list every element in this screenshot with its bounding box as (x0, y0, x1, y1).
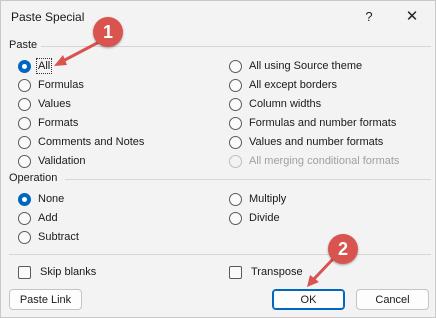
operation-option-multiply-label: Multiply (249, 193, 287, 205)
paste-option-formulas-and-number-formats-label: Formulas and number formats (249, 117, 397, 129)
radio-all-except-borders[interactable] (229, 78, 242, 92)
skip-blanks-box[interactable] (18, 265, 31, 279)
radio-subtract[interactable] (18, 230, 31, 244)
step-1-number: 1 (102, 21, 113, 42)
paste-option-values-and-number-formats[interactable]: Values and number formats (229, 134, 383, 150)
paste-section-label: Paste (9, 39, 38, 51)
paste-option-all-using-source-theme-label: All using Source theme (249, 60, 363, 72)
radio-values-and-number-formats[interactable] (229, 135, 242, 149)
radio-none[interactable] (18, 192, 31, 206)
radio-add[interactable] (18, 211, 31, 225)
operation-option-add-label: Add (38, 212, 58, 224)
operation-option-add[interactable]: Add (18, 210, 58, 226)
close-button[interactable]: ✕ (398, 5, 426, 27)
step-2-badge: 2 (328, 234, 358, 264)
operation-option-divide-label: Divide (249, 212, 280, 224)
close-icon: ✕ (405, 8, 419, 25)
paste-option-all-using-source-theme[interactable]: All using Source theme (229, 58, 362, 74)
operation-divider (65, 179, 431, 180)
arrow-1-head (54, 55, 67, 66)
operation-option-multiply[interactable]: Multiply (229, 191, 286, 207)
paste-option-all-merging-conditional-formats: All merging conditional formats (229, 153, 399, 169)
paste-option-values-and-number-formats-label: Values and number formats (249, 136, 384, 148)
paste-option-validation[interactable]: Validation (18, 153, 86, 169)
paste-option-all[interactable]: All (18, 58, 53, 74)
paste-option-comments-and-notes[interactable]: Comments and Notes (18, 134, 144, 150)
step-2-number: 2 (337, 238, 348, 259)
operation-option-subtract-label: Subtract (38, 231, 79, 243)
arrow-2-head (307, 275, 319, 287)
radio-divide[interactable] (229, 211, 242, 225)
radio-formats[interactable] (18, 116, 31, 130)
paste-option-column-widths-label: Column widths (249, 98, 322, 110)
ok-button[interactable]: OK (272, 289, 345, 310)
paste-option-all-except-borders[interactable]: All except borders (229, 77, 337, 93)
transpose-label: Transpose (251, 266, 303, 278)
dialog-title: Paste Special (11, 10, 85, 24)
help-button[interactable]: ? (355, 5, 383, 27)
paste-option-formats[interactable]: Formats (18, 115, 78, 131)
paste-option-all-merging-conditional-formats-label: All merging conditional formats (249, 155, 400, 167)
operation-option-subtract[interactable]: Subtract (18, 229, 79, 245)
operation-section-label: Operation (9, 172, 58, 184)
radio-validation[interactable] (18, 154, 31, 168)
transpose-checkbox[interactable]: Transpose (229, 264, 303, 280)
skip-blanks-checkbox[interactable]: Skip blanks (18, 264, 96, 280)
paste-option-formulas-and-number-formats[interactable]: Formulas and number formats (229, 115, 396, 131)
paste-option-values-label: Values (38, 98, 71, 110)
paste-option-column-widths[interactable]: Column widths (229, 96, 321, 112)
paste-option-all-label: All (35, 58, 53, 74)
checkbox-divider (9, 254, 431, 255)
radio-all-merging-conditional-formats (229, 154, 242, 168)
help-icon: ? (365, 8, 373, 24)
paste-option-formats-label: Formats (38, 117, 79, 129)
step-1-badge: 1 (93, 17, 123, 47)
radio-column-widths[interactable] (229, 97, 242, 111)
paste-divider (41, 46, 431, 47)
paste-option-validation-label: Validation (38, 155, 86, 167)
skip-blanks-label: Skip blanks (40, 266, 97, 278)
operation-option-divide[interactable]: Divide (229, 210, 280, 226)
paste-option-values[interactable]: Values (18, 96, 71, 112)
radio-values[interactable] (18, 97, 31, 111)
operation-option-none[interactable]: None (18, 191, 64, 207)
title-bar: Paste Special ? ✕ (1, 1, 435, 33)
radio-formulas-and-number-formats[interactable] (229, 116, 242, 130)
radio-all[interactable] (18, 59, 31, 73)
paste-option-comments-and-notes-label: Comments and Notes (38, 136, 145, 148)
radio-all-using-source-theme[interactable] (229, 59, 242, 73)
radio-multiply[interactable] (229, 192, 242, 206)
transpose-box[interactable] (229, 265, 242, 279)
cancel-button[interactable]: Cancel (356, 289, 429, 310)
paste-link-button[interactable]: Paste Link (9, 289, 82, 310)
arrow-2-line (311, 257, 335, 282)
radio-comments-and-notes[interactable] (18, 135, 31, 149)
paste-special-dialog: Paste Special ? ✕ Paste All Formulas Val… (0, 0, 436, 318)
paste-option-formulas[interactable]: Formulas (18, 77, 84, 93)
radio-formulas[interactable] (18, 78, 31, 92)
arrow-1-line (59, 39, 103, 64)
operation-option-none-label: None (38, 193, 65, 205)
paste-option-formulas-label: Formulas (38, 79, 84, 91)
paste-option-all-except-borders-label: All except borders (249, 79, 338, 91)
